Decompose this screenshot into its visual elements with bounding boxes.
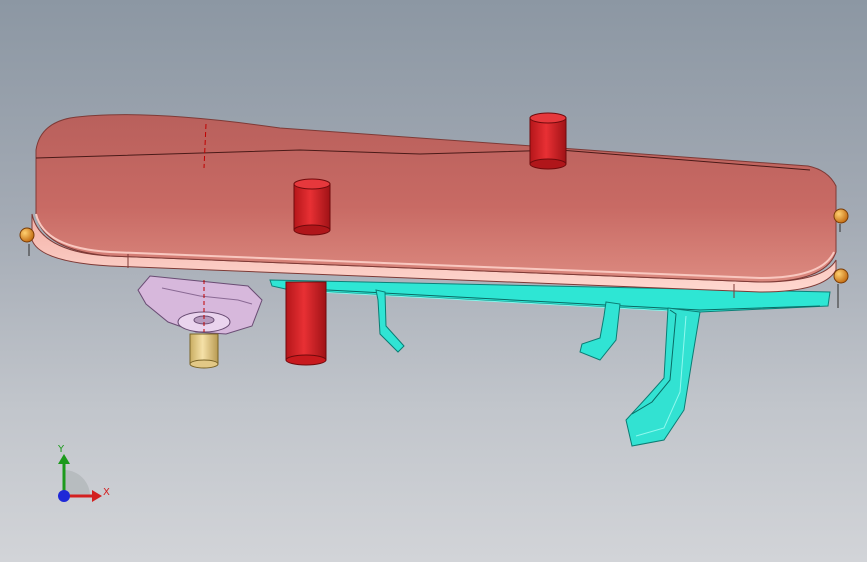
z-axis-origin-icon xyxy=(58,490,70,502)
knob-assembly[interactable] xyxy=(137,275,263,335)
top-cover[interactable] xyxy=(31,114,837,298)
y-axis-arrowhead xyxy=(58,454,70,464)
left-clip[interactable] xyxy=(375,289,405,353)
edge-bolt-right-lower[interactable] xyxy=(833,268,849,308)
x-axis-label: X xyxy=(103,487,110,498)
knob-shaft[interactable] xyxy=(189,333,219,369)
edge-bolt-left[interactable] xyxy=(19,227,35,256)
view-orientation-triad[interactable] xyxy=(58,454,102,502)
upper-cylinder-pin-right[interactable] xyxy=(529,112,567,170)
3d-viewport[interactable]: Y X xyxy=(0,0,867,562)
lower-cylinder-pin[interactable] xyxy=(285,281,327,366)
right-lever[interactable] xyxy=(625,307,701,447)
middle-clip[interactable] xyxy=(579,301,621,361)
x-axis-arrowhead xyxy=(92,490,102,502)
y-axis-label: Y xyxy=(58,444,65,455)
upper-cylinder-pin-left[interactable] xyxy=(293,178,331,236)
cad-model-view[interactable] xyxy=(0,0,867,562)
